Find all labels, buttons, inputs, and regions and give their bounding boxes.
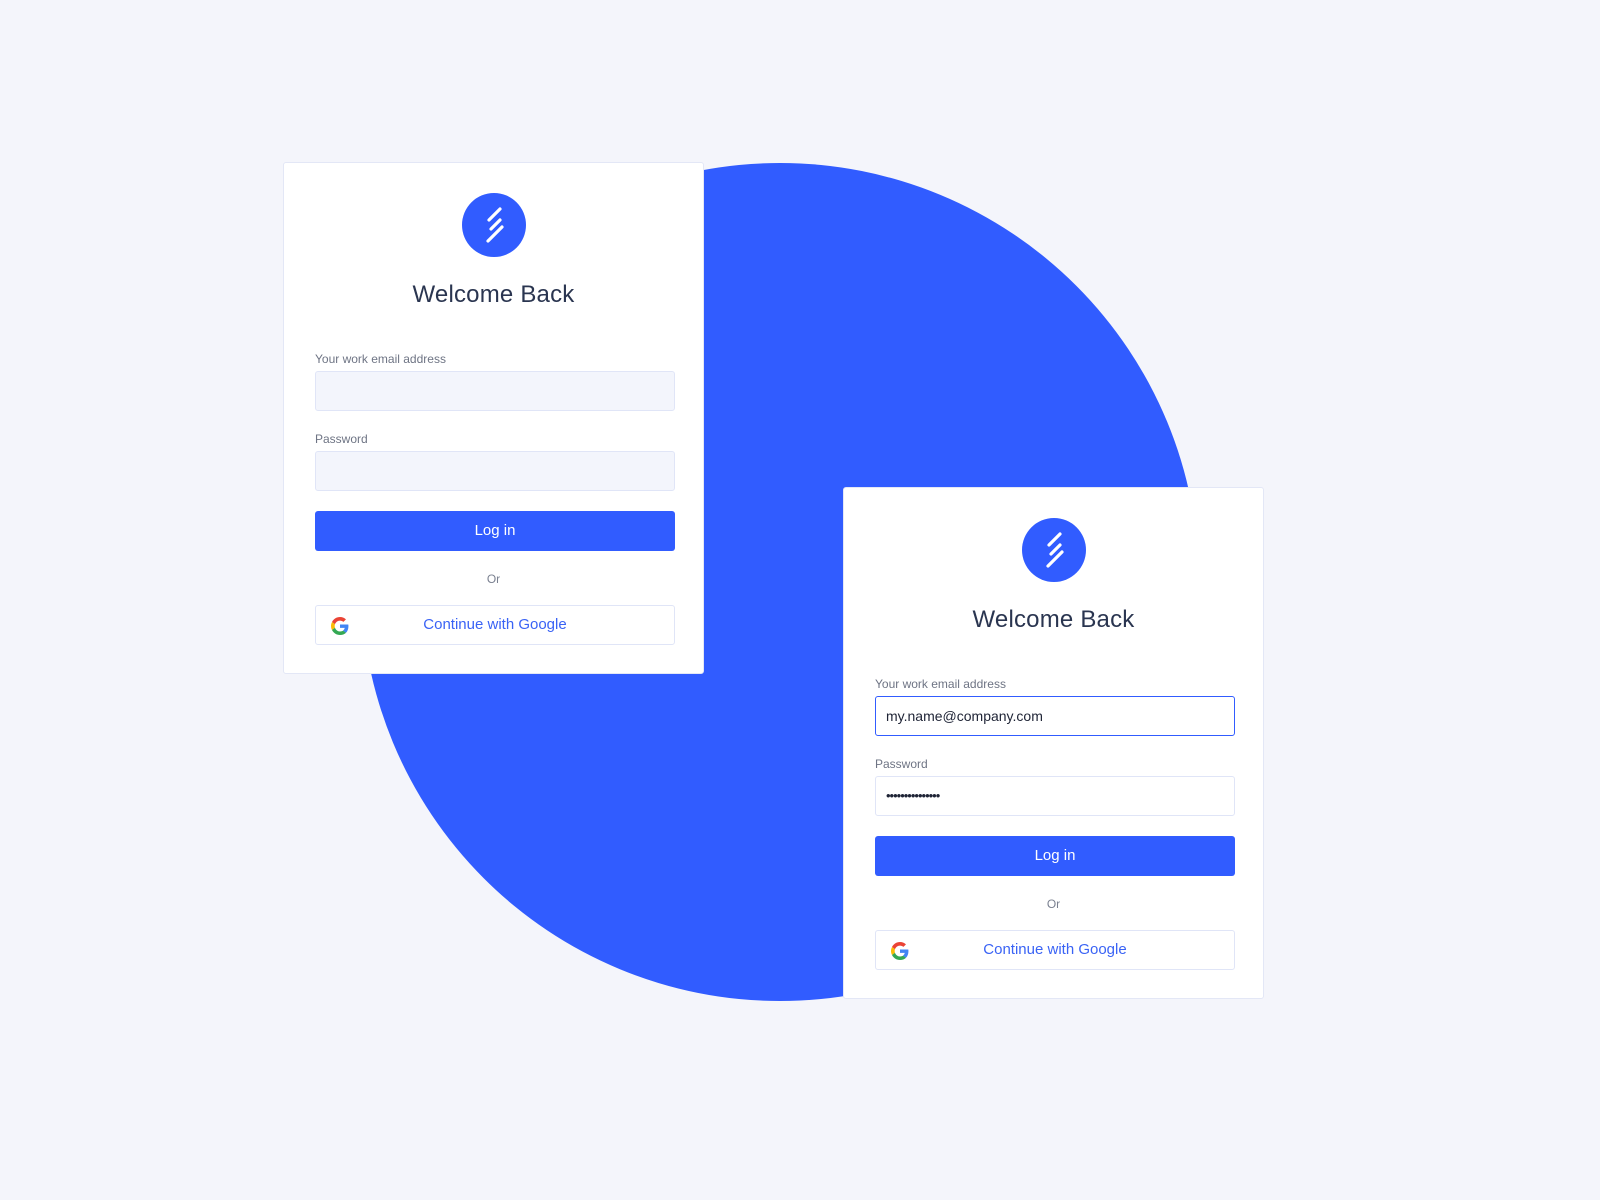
password-input[interactable]: •••••••••••••••	[875, 776, 1235, 816]
login-card-empty: Welcome Back Your work email address Pas…	[283, 162, 704, 674]
password-label: Password	[315, 432, 368, 446]
page-title: Welcome Back	[412, 281, 575, 308]
page-title: Welcome Back	[972, 606, 1135, 633]
email-label: Your work email address	[315, 352, 446, 366]
email-label: Your work email address	[875, 677, 1006, 691]
google-button-label: Continue with Google	[983, 941, 1127, 958]
password-input[interactable]	[315, 451, 675, 491]
password-label: Password	[875, 757, 928, 771]
login-button[interactable]: Log in	[875, 836, 1235, 876]
google-button-label: Continue with Google	[423, 616, 567, 633]
login-button[interactable]: Log in	[315, 511, 675, 551]
email-input[interactable]	[315, 371, 675, 411]
login-card-filled: Welcome Back Your work email address my.…	[843, 487, 1264, 999]
or-divider: Or	[1046, 897, 1061, 911]
brand-logo-icon	[462, 193, 526, 257]
email-input[interactable]: my.name@company.com	[875, 696, 1235, 736]
brand-logo-icon	[1022, 518, 1086, 582]
or-divider: Or	[486, 572, 501, 586]
google-signin-button[interactable]: Continue with Google	[875, 930, 1235, 970]
google-signin-button[interactable]: Continue with Google	[315, 605, 675, 645]
